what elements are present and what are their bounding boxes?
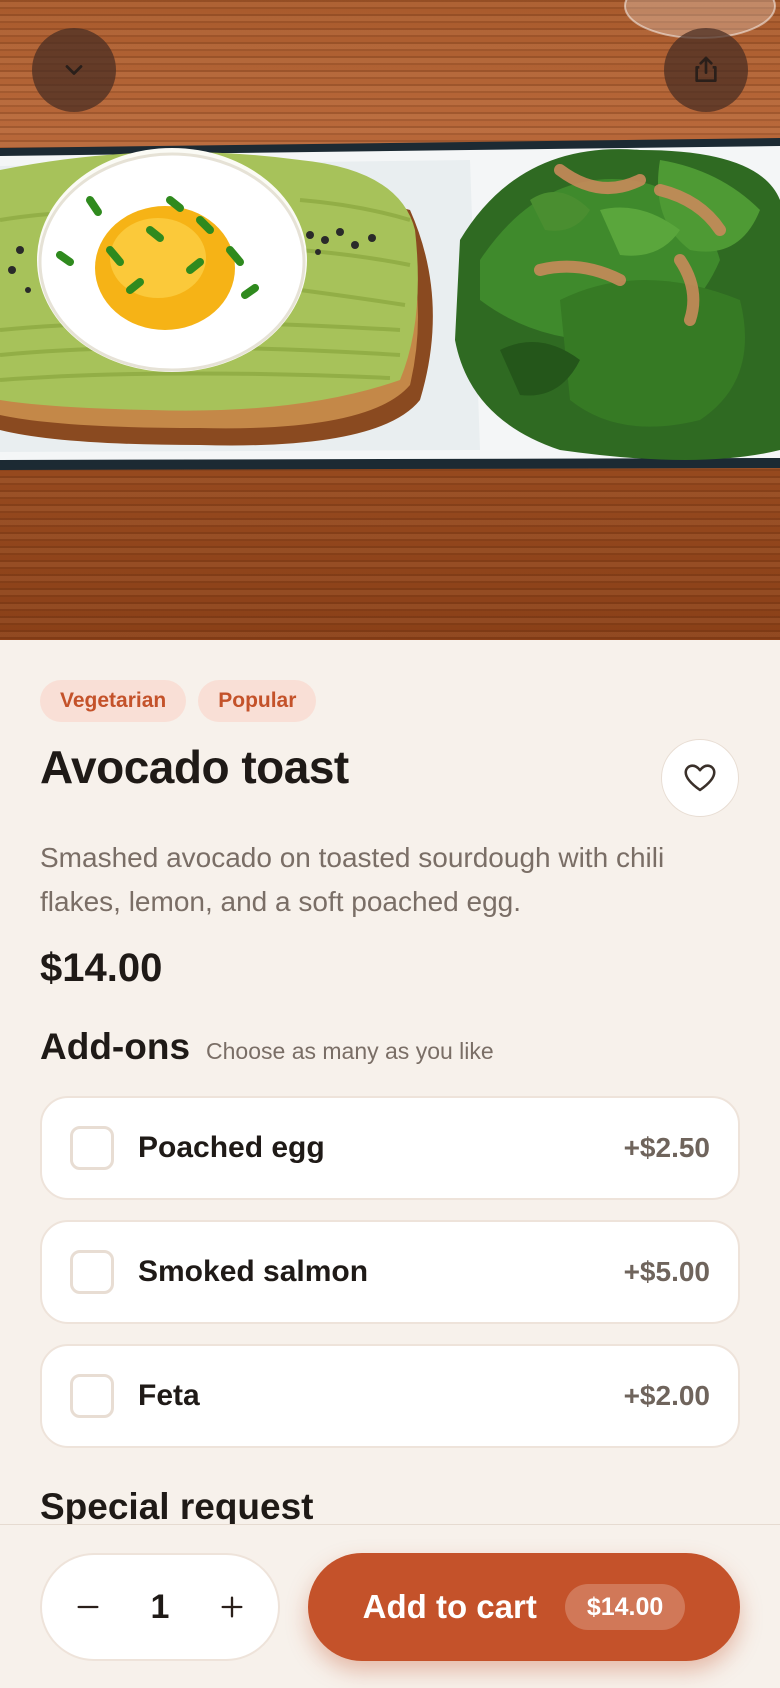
- add-to-cart-button[interactable]: Add to cart $14.00: [308, 1553, 740, 1661]
- addons-subtitle: Choose as many as you like: [206, 1038, 494, 1064]
- add-to-cart-label: Add to cart: [362, 1588, 537, 1625]
- addons-title: Add-ons: [40, 1026, 191, 1067]
- increase-quantity-button[interactable]: [214, 1589, 250, 1625]
- addon-checkbox[interactable]: [70, 1374, 114, 1418]
- minus-icon: [77, 1605, 99, 1609]
- addon-price: +$5.00: [623, 1256, 710, 1287]
- favorite-button[interactable]: [661, 739, 739, 817]
- quantity-value: 1: [150, 1587, 170, 1626]
- addon-name: Smoked salmon: [138, 1255, 369, 1288]
- cart-bar: 1 Add to cart $14.00: [0, 1524, 780, 1688]
- special-request-title: Special request: [40, 1486, 314, 1527]
- addon-checkbox[interactable]: [70, 1250, 114, 1294]
- food-photo: [0, 0, 780, 470]
- product-price: $14.00: [40, 946, 163, 990]
- addon-option-feta[interactable]: Feta +$2.00: [40, 1344, 740, 1448]
- addon-price: +$2.50: [623, 1132, 710, 1163]
- hero-image: [0, 0, 780, 640]
- product-description: Smashed avocado on toasted sourdough wit…: [40, 842, 665, 917]
- addon-price: +$2.00: [623, 1380, 710, 1411]
- chevron-down-icon: [65, 65, 83, 75]
- product-title: Avocado toast: [40, 741, 349, 793]
- addon-option-smoked-salmon[interactable]: Smoked salmon +$5.00: [40, 1220, 740, 1324]
- tag-list: Vegetarian Popular: [40, 680, 317, 722]
- addon-name: Feta: [138, 1379, 200, 1412]
- decrease-quantity-button[interactable]: [70, 1589, 106, 1625]
- addon-checkbox[interactable]: [70, 1126, 114, 1170]
- addon-name: Poached egg: [138, 1131, 325, 1164]
- plus-icon: [221, 1596, 243, 1618]
- quantity-stepper: 1: [40, 1553, 280, 1661]
- tag-popular: Popular: [198, 680, 317, 722]
- share-button[interactable]: [664, 28, 748, 112]
- heart-icon: [684, 764, 716, 792]
- tag-vegetarian: Vegetarian: [40, 680, 187, 722]
- addons-header: Add-ons Choose as many as you like: [40, 1026, 494, 1068]
- share-icon: [695, 56, 717, 82]
- addon-option-poached-egg[interactable]: Poached egg +$2.50: [40, 1096, 740, 1200]
- collapse-button[interactable]: [32, 28, 116, 112]
- addon-list: Poached egg +$2.50 Smoked salmon +$5.00 …: [40, 1096, 740, 1468]
- cart-total-badge: $14.00: [564, 1584, 686, 1630]
